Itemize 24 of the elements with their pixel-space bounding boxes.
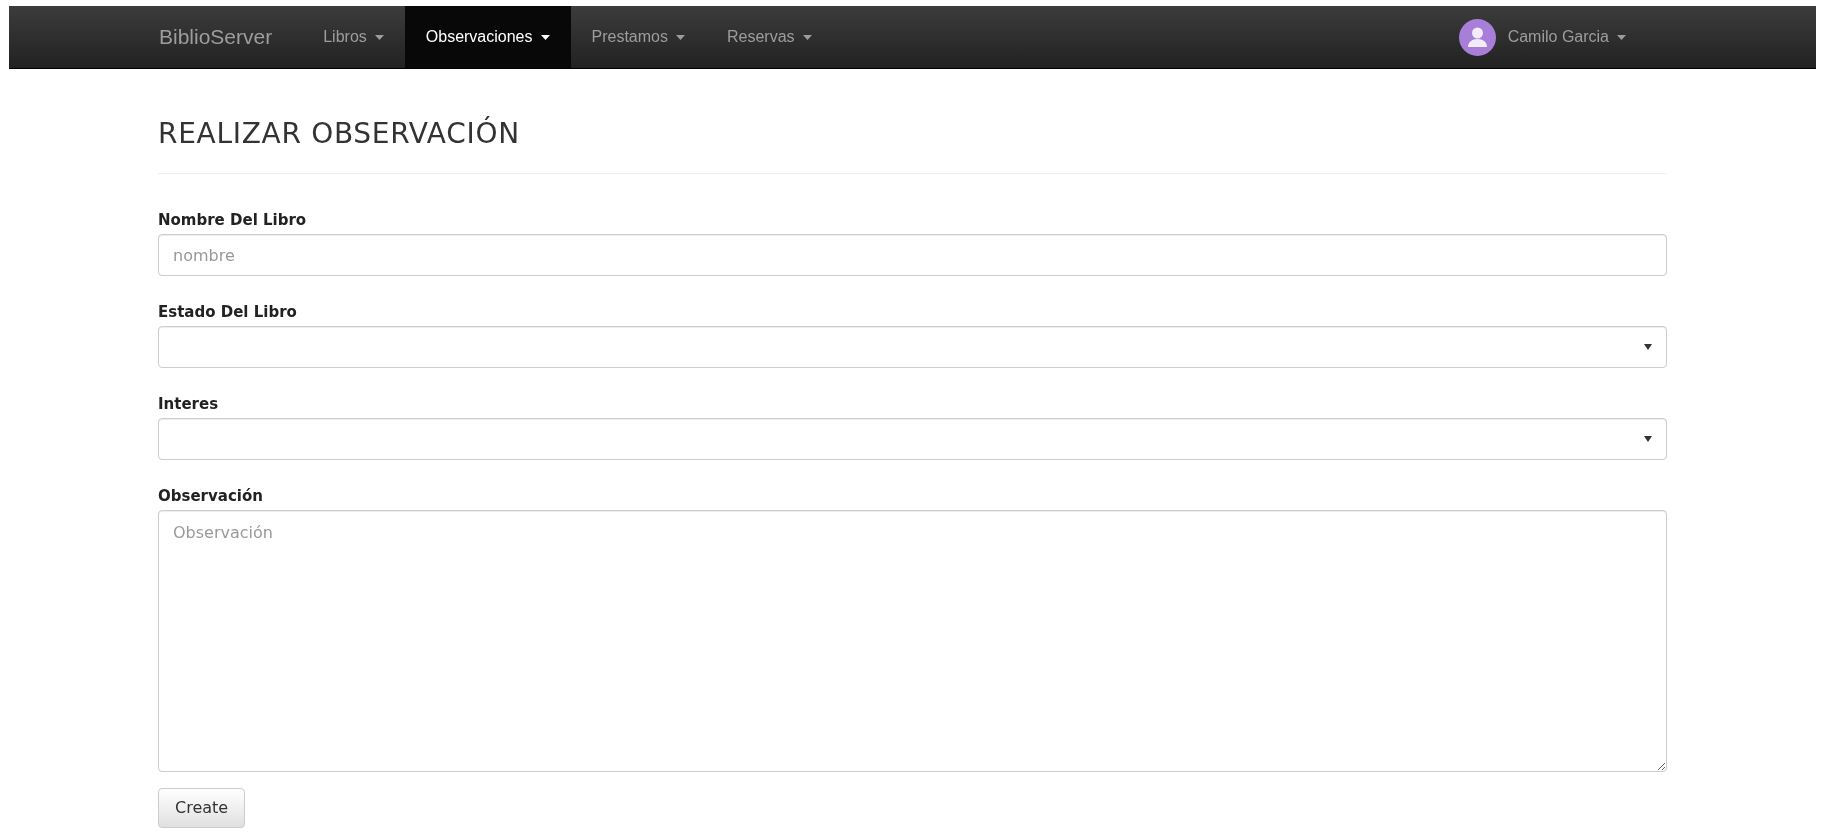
field-label: Nombre Del Libro (158, 211, 307, 229)
select-field[interactable] (158, 326, 1667, 368)
text-input-field[interactable]: nombre (158, 234, 1667, 276)
user-avatar-icon (1458, 18, 1496, 56)
caret-icon (676, 34, 685, 40)
caret-icon (802, 34, 812, 40)
user-menu[interactable]: Camilo Garcia (1458, 6, 1666, 68)
nav-menu-item[interactable]: Reservas (706, 6, 833, 68)
nav-menu-item[interactable]: Prestamos (570, 6, 706, 68)
caret-icon (1617, 34, 1626, 40)
dropdown-arrow-icon (1644, 436, 1652, 442)
select-field[interactable] (158, 418, 1667, 460)
create-button[interactable]: Create (158, 788, 246, 828)
dropdown-arrow-icon (1644, 344, 1652, 350)
page-heading: REALIZAR OBSERVACIÓN (158, 115, 521, 152)
nav-menu-item[interactable]: Libros (302, 6, 405, 68)
brand-link[interactable]: BiblioServer (159, 6, 303, 68)
field-label: Interes (158, 395, 219, 413)
caret-icon (374, 34, 384, 40)
field-label: Estado Del Libro (158, 303, 297, 321)
field-label: Observación (158, 487, 263, 505)
nav-menu-item[interactable]: Observaciones (404, 6, 571, 68)
caret-icon (540, 34, 550, 40)
observation-textarea[interactable]: Observación (158, 510, 1667, 772)
